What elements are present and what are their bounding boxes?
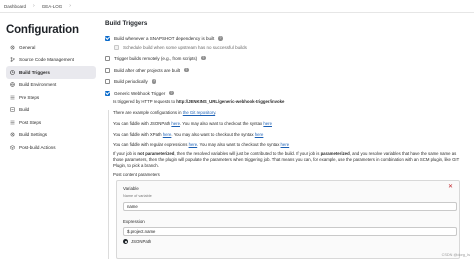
help-icon[interactable]: ? [218, 36, 223, 41]
regexp-line: You can fiddle with regular expressions … [113, 142, 289, 147]
build-triggers-section: Build Triggers Build whenever a SNAPSHOT… [103, 13, 474, 259]
jsonpath-radio[interactable]: JSONPath [123, 239, 151, 244]
jsonpath-line: You can fiddle with JSONPath here. You m… [113, 121, 272, 126]
variable-label: Variable [123, 186, 139, 191]
trigger-snapshot-dependency[interactable]: Build whenever a SNAPSHOT dependency is … [105, 36, 223, 41]
examples-line: There are example configurations in the … [113, 110, 216, 115]
parameterized-description: If your job is not parameterized, then t… [113, 151, 463, 169]
checkbox[interactable] [105, 90, 110, 96]
sidebar-item-label: Build Settings [19, 132, 48, 138]
webhook-url: http://JENKINS_URL/generic-webhook-trigg… [176, 99, 285, 104]
breadcrumb-job[interactable]: GEA-LOG [42, 4, 63, 9]
section-title: Build Triggers [105, 20, 148, 27]
sidebar-item-label: Pre Steps [19, 94, 40, 100]
sidebar-item-label: General [19, 44, 36, 50]
radio-selected-icon[interactable] [123, 239, 128, 244]
text-bold: not parameterized [137, 151, 175, 156]
trigger-generic-webhook[interactable]: Generic Webhook Trigger ? [105, 90, 174, 96]
gear-icon [10, 132, 15, 137]
checkbox-label: Build after other projects are built [114, 67, 181, 73]
expression-input[interactable]: $.project.name [123, 227, 457, 236]
sidebar-item-build-settings[interactable]: Build Settings [6, 129, 96, 142]
radio-label: JSONPath [131, 239, 152, 244]
cube-icon [10, 144, 15, 150]
git-repository-link[interactable]: the Git repository [183, 110, 215, 115]
text: If your job is [113, 151, 138, 156]
help-icon[interactable]: ? [184, 67, 189, 73]
sidebar-item-label: Post Steps [19, 119, 42, 125]
sidebar-nav: General Source Code Management Build Tri… [6, 41, 96, 154]
xpath-syntax-link[interactable]: here [255, 132, 264, 137]
variable-help: Name of variable [123, 193, 152, 198]
breadcrumb-separator: › [69, 3, 71, 9]
text: You can fiddle with regular expressions [113, 142, 189, 147]
config-sidebar: Configuration General Source Code Manage… [0, 13, 98, 259]
nested-section-rule [108, 110, 109, 259]
breadcrumb: Dashboard › GEA-LOG › [0, 0, 474, 13]
checkbox[interactable] [105, 79, 110, 84]
jsonpath-fiddle-link[interactable]: here [171, 121, 180, 126]
text: You can fiddle with JSONPath [113, 121, 172, 126]
clock-icon [10, 69, 15, 75]
sidebar-item-build-environment[interactable]: Build Environment [6, 79, 96, 92]
checkbox[interactable] [105, 55, 110, 61]
trigger-schedule-upstream[interactable]: Schedule build when some upstream has no… [114, 44, 247, 50]
breadcrumb-separator: › [33, 3, 35, 9]
text-bold: parameterized [320, 151, 350, 156]
text: . [215, 110, 217, 115]
regexp-fiddle-link[interactable]: here [189, 142, 198, 147]
text: There are example configurations in [113, 110, 183, 115]
sidebar-item-build[interactable]: Build [6, 104, 96, 117]
environment-icon [10, 82, 15, 88]
sidebar-item-build-triggers[interactable]: Build Triggers [6, 66, 96, 79]
help-icon[interactable]: ? [169, 90, 174, 96]
expression-label: Expression [123, 219, 145, 224]
help-icon[interactable]: ? [201, 55, 206, 61]
text: Is triggered by HTTP requests to [113, 99, 177, 104]
text: . You may also want to checkout the synt… [197, 142, 281, 147]
xpath-line: You can fiddle with XPath here. You may … [113, 132, 263, 137]
page-title: Configuration [6, 24, 79, 36]
checkbox[interactable] [114, 44, 119, 50]
steps-icon [10, 120, 15, 125]
sidebar-item-pre-steps[interactable]: Pre Steps [6, 91, 96, 104]
post-content-label: Post content parameters [113, 172, 160, 177]
regexp-syntax-link[interactable]: here [281, 142, 290, 147]
sidebar-item-label: Build Triggers [19, 69, 50, 75]
text: You can fiddle with XPath [113, 131, 163, 137]
sidebar-item-label: Build [19, 107, 30, 113]
sidebar-item-general[interactable]: General [6, 41, 96, 54]
checkbox-label: Build periodically [114, 79, 148, 84]
text: . You may also want to checkout the synt… [171, 131, 255, 137]
watermark: CSDN @dorg_Is [441, 253, 470, 257]
source-code-icon [10, 57, 15, 63]
sidebar-item-label: Source Code Management [19, 57, 74, 63]
sidebar-item-post-build-actions[interactable]: Post-build Actions [6, 141, 96, 154]
checkbox-label: Trigger builds remotely (e.g., from scri… [114, 55, 198, 61]
breadcrumb-dashboard[interactable]: Dashboard [4, 4, 26, 9]
trigger-remote-builds[interactable]: Trigger builds remotely (e.g., from scri… [105, 55, 206, 61]
trigger-after-other-projects[interactable]: Build after other projects are built ? [105, 67, 189, 73]
webhook-url-line: Is triggered by HTTP requests to http://… [113, 99, 284, 104]
close-icon[interactable]: ✕ [448, 184, 453, 190]
text: . You may also want to checkout the synt… [179, 121, 264, 126]
sidebar-item-source-code-management[interactable]: Source Code Management [6, 54, 96, 67]
checkbox[interactable] [105, 36, 110, 41]
checkbox[interactable] [105, 67, 110, 73]
gear-icon [10, 45, 15, 50]
help-icon[interactable]: ? [151, 79, 157, 84]
variable-input[interactable]: name [123, 202, 457, 211]
checkbox-label: Schedule build when some upstream has no… [123, 44, 247, 50]
post-content-parameter: ✕ Variable Name of variable name Express… [116, 180, 460, 259]
sidebar-item-post-steps[interactable]: Post Steps [6, 116, 96, 129]
sidebar-item-label: Post-build Actions [19, 144, 56, 150]
jsonpath-syntax-link[interactable]: here [263, 121, 272, 126]
sidebar-item-label: Build Environment [19, 82, 57, 88]
text: , then the resolved variables will just … [174, 151, 321, 156]
build-icon [10, 107, 15, 113]
trigger-build-periodically[interactable]: Build periodically ? [105, 79, 157, 84]
steps-icon [10, 95, 15, 100]
checkbox-label: Build whenever a SNAPSHOT dependency is … [114, 36, 215, 41]
checkbox-label: Generic Webhook Trigger [114, 90, 166, 96]
